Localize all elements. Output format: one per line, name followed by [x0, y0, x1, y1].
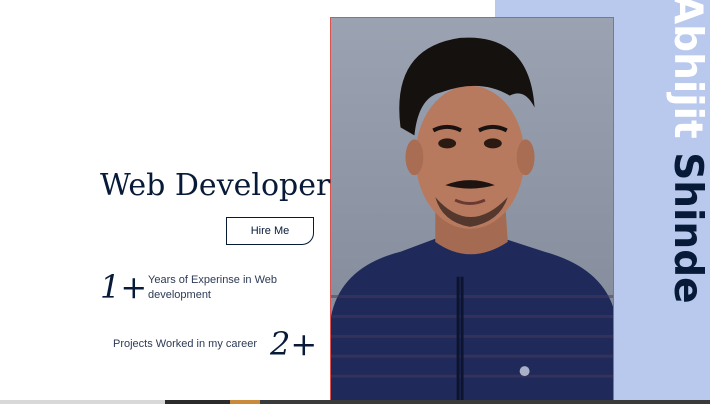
vertical-name: Abhijit Shinde [665, 0, 710, 304]
last-name: Shinde [665, 152, 710, 304]
experience-text: Years of Experinse in Web development [148, 274, 278, 301]
experience-count: 1+ [100, 268, 148, 306]
first-name: Abhijit [665, 0, 710, 139]
projects-count: 2+ [270, 325, 318, 363]
hire-me-button[interactable]: Hire Me [226, 217, 314, 245]
portrait-photo [330, 17, 614, 401]
portrait-photo-icon [331, 18, 613, 400]
page-title: Web Developer [100, 168, 331, 203]
bottom-strip [0, 400, 710, 404]
projects-text: Projects Worked in my career [113, 338, 258, 350]
